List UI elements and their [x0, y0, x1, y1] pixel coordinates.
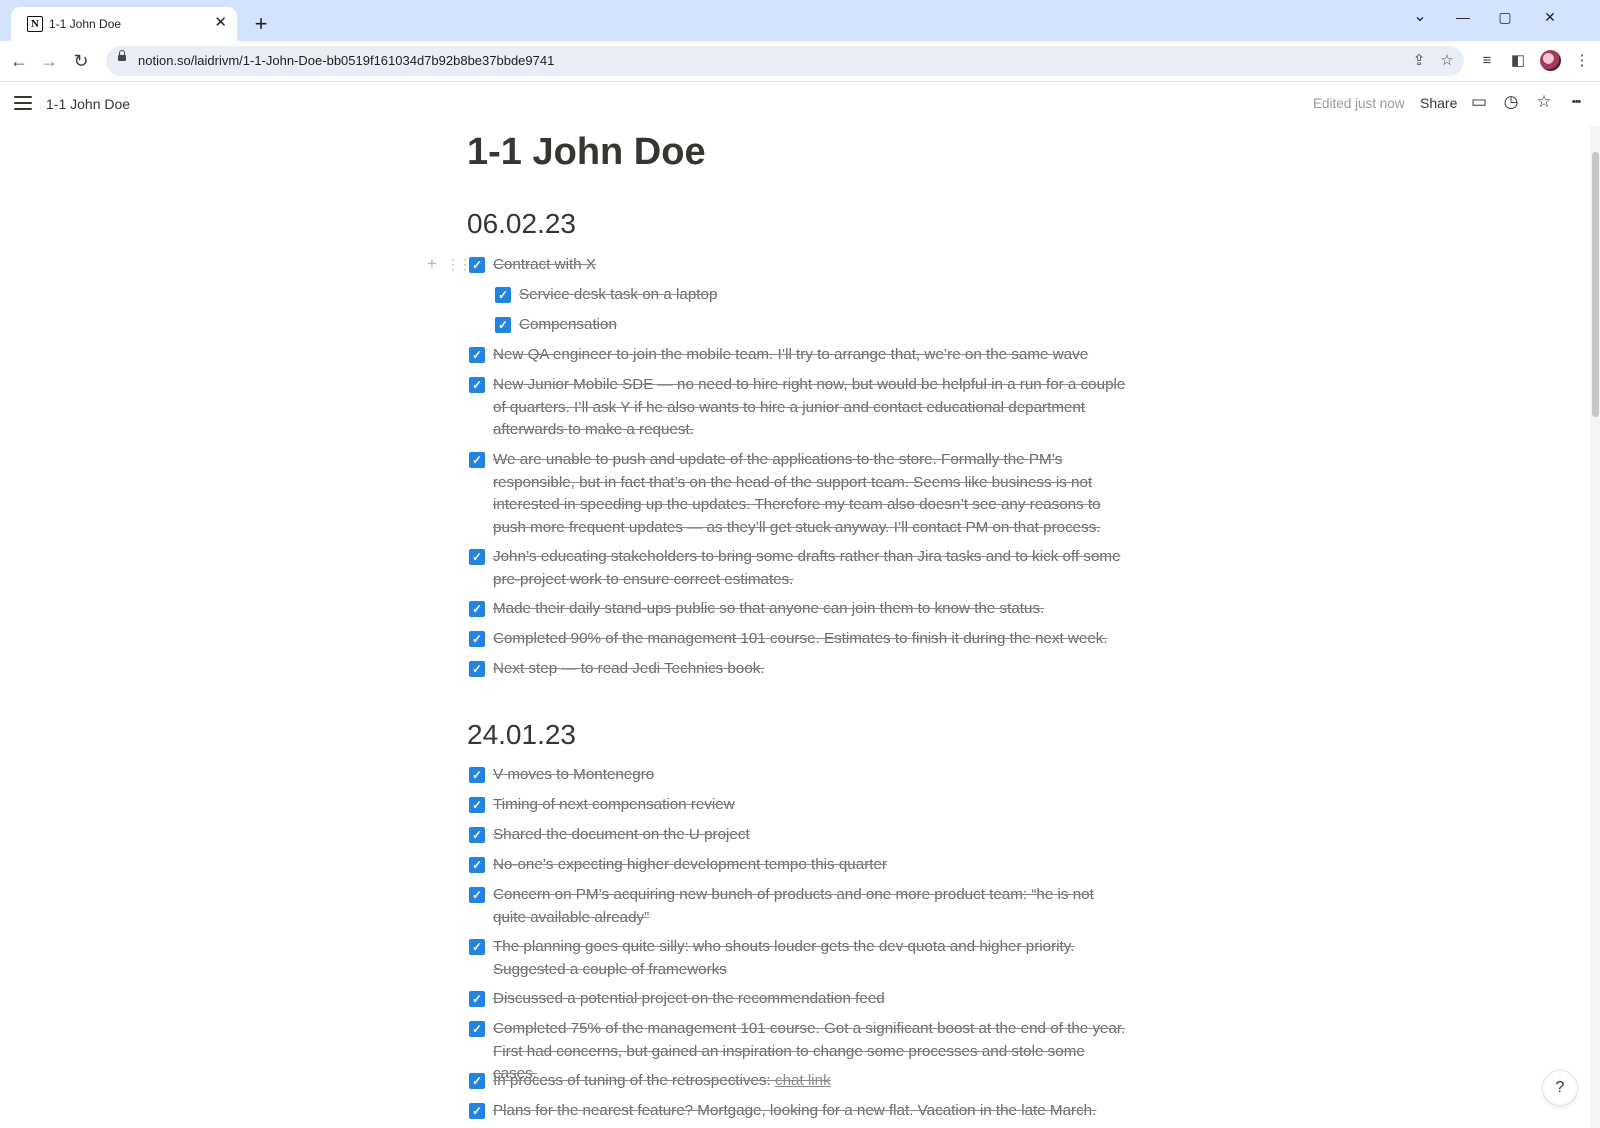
media-controls-icon[interactable]: ≡ — [1475, 49, 1499, 73]
checkbox-checked[interactable]: ✓ — [469, 939, 485, 955]
todo-text[interactable]: Contract with X — [493, 254, 1129, 277]
breadcrumb[interactable]: 1-1 John Doe — [46, 96, 130, 112]
browser-menu-icon[interactable]: ⋮ — [1570, 49, 1594, 73]
checkbox-checked[interactable]: ✓ — [495, 317, 511, 333]
todo-text[interactable]: Shared the document on the U project — [493, 824, 1129, 847]
scrollbar[interactable] — [1590, 126, 1600, 1128]
checkbox-checked[interactable]: ✓ — [469, 767, 485, 783]
todo-text[interactable]: New Junior Mobile SDE — no need to hire … — [493, 374, 1129, 442]
section-heading[interactable]: 06.02.23 — [467, 204, 576, 244]
url-text[interactable]: notion.so/laidrivm/1-1-John-Doe-bb0519f1… — [138, 53, 554, 68]
checkbox-checked[interactable]: ✓ — [469, 887, 485, 903]
todo-text[interactable]: John’s educating stakeholders to bring s… — [493, 546, 1129, 591]
checkbox-checked[interactable]: ✓ — [469, 257, 485, 273]
forward-icon[interactable]: → — [36, 48, 62, 74]
more-options-icon[interactable]: ••• — [1564, 90, 1588, 114]
history-icon[interactable]: ◷ — [1499, 90, 1523, 114]
todo-text[interactable]: The planning goes quite silly: who shout… — [493, 936, 1129, 981]
todo-text[interactable]: V moves to Montenegro — [493, 764, 1129, 787]
todo-text[interactable]: Next step — to read Jedi Technics book. — [493, 658, 1129, 681]
edited-status: Edited just now — [1313, 96, 1405, 111]
close-tab-icon[interactable]: ✕ — [214, 14, 227, 32]
todo-text-part: In process of tuning of the retrospectiv… — [493, 1072, 775, 1089]
maximize-icon[interactable]: ▢ — [1490, 6, 1520, 28]
checkbox-checked[interactable]: ✓ — [495, 287, 511, 303]
checkbox-checked[interactable]: ✓ — [469, 601, 485, 617]
todo-text[interactable]: No-one’s expecting higher development te… — [493, 854, 1129, 877]
checkbox-checked[interactable]: ✓ — [469, 347, 485, 363]
page-title[interactable]: 1-1 John Doe — [467, 126, 706, 178]
checkbox-checked[interactable]: ✓ — [469, 827, 485, 843]
notion-favicon-icon: N — [27, 16, 43, 32]
section-heading[interactable]: 24.01.23 — [467, 715, 576, 755]
sidebar-menu-icon[interactable] — [14, 96, 32, 110]
tab-title: 1-1 John Doe — [49, 17, 122, 31]
help-button[interactable]: ? — [1542, 1070, 1578, 1106]
browser-tab[interactable]: N 1-1 John Doe ✕ — [11, 7, 237, 41]
todo-text[interactable]: Discussed a potential project on the rec… — [493, 988, 1129, 1011]
todo-text[interactable]: In process of tuning of the retrospectiv… — [493, 1070, 1129, 1093]
todo-text[interactable]: Timing of next compensation review — [493, 794, 1129, 817]
todo-text[interactable]: Concern on PM’s acquiring new bunch of p… — [493, 884, 1129, 929]
chat-link[interactable]: chat link — [775, 1072, 831, 1089]
favorite-star-icon[interactable]: ☆ — [1532, 90, 1556, 114]
share-button[interactable]: Share — [1420, 95, 1457, 111]
close-window-icon[interactable]: ✕ — [1535, 6, 1565, 28]
notion-topbar: 1-1 John Doe Edited just now Share ▭ ◷ ☆… — [0, 82, 1600, 126]
todo-text[interactable]: Service desk task on a laptop — [519, 284, 1129, 307]
new-tab-button[interactable]: + — [248, 11, 274, 37]
scroll-thumb[interactable] — [1592, 152, 1599, 417]
checkbox-checked[interactable]: ✓ — [469, 377, 485, 393]
todo-text[interactable]: Completed 90% of the management 101 cour… — [493, 628, 1129, 651]
comment-icon[interactable]: ▭ — [1467, 90, 1491, 114]
checkbox-checked[interactable]: ✓ — [469, 991, 485, 1007]
checkbox-checked[interactable]: ✓ — [469, 452, 485, 468]
checkbox-checked[interactable]: ✓ — [469, 1021, 485, 1037]
todo-text[interactable]: Compensation — [519, 314, 1129, 337]
todo-text[interactable]: New QA engineer to join the mobile team.… — [493, 344, 1129, 367]
checkbox-checked[interactable]: ✓ — [469, 1103, 485, 1119]
checkbox-checked[interactable]: ✓ — [469, 549, 485, 565]
bookmark-star-icon[interactable]: ☆ — [1436, 50, 1458, 72]
checkbox-checked[interactable]: ✓ — [469, 857, 485, 873]
address-bar[interactable]: notion.so/laidrivm/1-1-John-Doe-bb0519f1… — [106, 46, 1464, 76]
share-page-icon[interactable]: ⇪ — [1408, 50, 1430, 72]
lock-icon[interactable] — [118, 50, 126, 61]
todo-text[interactable]: Plans for the nearest feature? Mortgage,… — [493, 1100, 1129, 1123]
profile-avatar[interactable] — [1540, 50, 1561, 71]
drag-handle-icon[interactable]: ⋮⋮ — [446, 254, 472, 274]
tab-search-icon[interactable]: ⌄ — [1405, 6, 1435, 28]
checkbox-checked[interactable]: ✓ — [469, 631, 485, 647]
back-icon[interactable]: ← — [6, 48, 32, 74]
add-block-icon[interactable]: + — [425, 254, 439, 274]
todo-text[interactable]: Made their daily stand-ups public so tha… — [493, 598, 1129, 621]
reload-icon[interactable]: ↻ — [68, 48, 94, 74]
checkbox-checked[interactable]: ✓ — [469, 797, 485, 813]
browser-toolbar: ← → ↻ notion.so/laidrivm/1-1-John-Doe-bb… — [0, 41, 1600, 82]
browser-tab-bar: N 1-1 John Doe ✕ + ⌄ — ▢ ✕ — [0, 0, 1600, 41]
checkbox-checked[interactable]: ✓ — [469, 1073, 485, 1089]
todo-text[interactable]: We are unable to push and update of the … — [493, 449, 1129, 539]
checkbox-checked[interactable]: ✓ — [469, 661, 485, 677]
side-panel-icon[interactable]: ◧ — [1506, 49, 1530, 73]
minimize-icon[interactable]: — — [1448, 6, 1478, 28]
